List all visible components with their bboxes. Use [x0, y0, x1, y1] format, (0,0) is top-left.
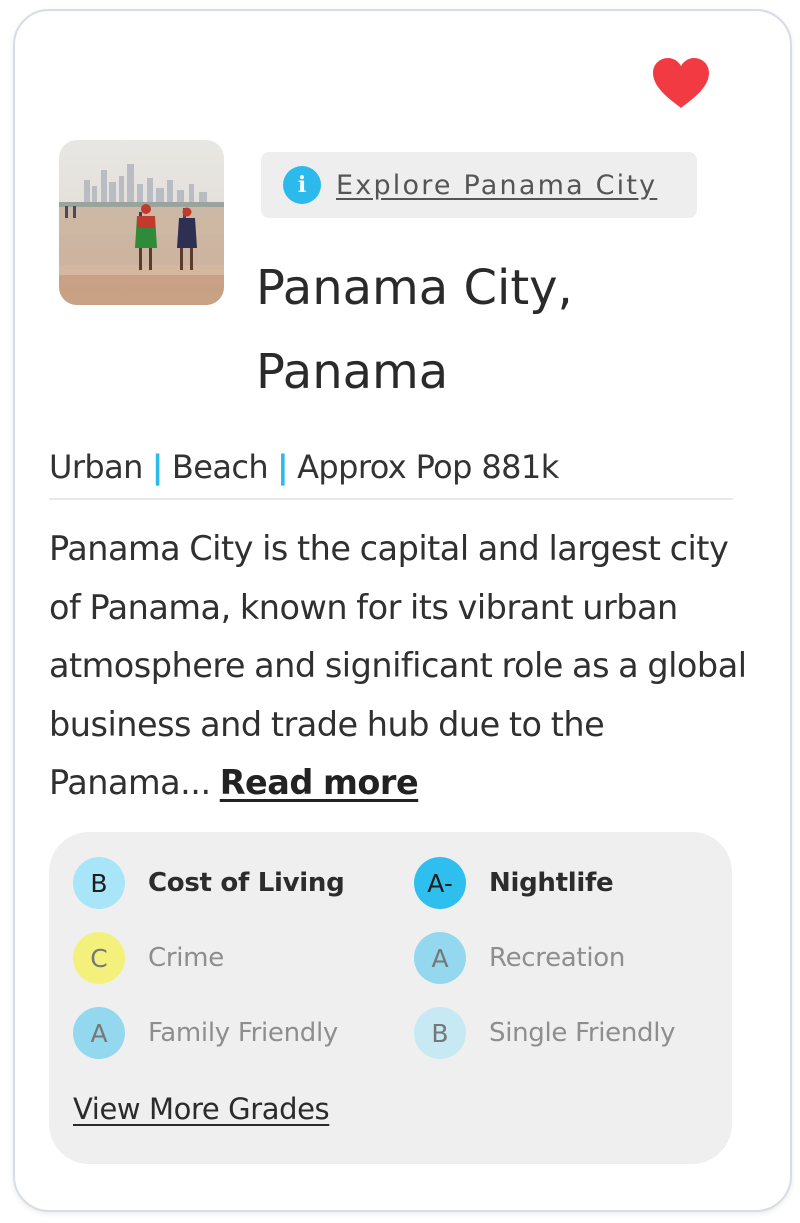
grade-cost-of-living[interactable]: B Cost of Living	[73, 857, 345, 909]
grade-label: Recreation	[489, 943, 626, 973]
grade-label: Single Friendly	[489, 1018, 676, 1048]
explore-city-link-label: Explore Panama City	[336, 169, 658, 201]
grade-nightlife[interactable]: A- Nightlife	[414, 857, 614, 909]
grade-badge: A	[73, 1007, 125, 1059]
explore-city-button[interactable]: i Explore Panama City	[261, 152, 697, 218]
grade-label: Nightlife	[489, 868, 614, 898]
grade-label: Family Friendly	[148, 1018, 338, 1048]
tag-setting: Beach	[171, 448, 269, 486]
city-description: Panama City is the capital and largest c…	[49, 520, 749, 813]
tag-separator: |	[277, 448, 289, 486]
grade-label: Crime	[148, 943, 224, 973]
description-text: Panama City is the capital and largest c…	[49, 529, 747, 802]
grade-badge: B	[414, 1007, 466, 1059]
city-tags: Urban | Beach | Approx Pop 881k	[49, 448, 559, 486]
grade-label: Cost of Living	[148, 868, 345, 898]
heart-icon	[653, 58, 709, 108]
grade-single-friendly[interactable]: B Single Friendly	[414, 1007, 676, 1059]
read-more-link[interactable]: Read more	[220, 763, 419, 802]
beach-image	[59, 140, 224, 305]
grade-badge: A-	[414, 857, 466, 909]
grade-badge: A	[414, 932, 466, 984]
grade-badge: C	[73, 932, 125, 984]
grade-badge: B	[73, 857, 125, 909]
info-icon: i	[283, 166, 321, 204]
favorite-button[interactable]	[650, 56, 712, 110]
city-photo	[59, 140, 224, 305]
city-title: Panama City, Panama	[256, 260, 573, 400]
divider	[49, 498, 733, 500]
view-more-grades-link[interactable]: View More Grades	[73, 1092, 330, 1126]
grade-family-friendly[interactable]: A Family Friendly	[73, 1007, 338, 1059]
tag-population: Approx Pop 881k	[297, 448, 559, 486]
grade-crime[interactable]: C Crime	[73, 932, 224, 984]
tag-separator: |	[151, 448, 164, 486]
tag-type: Urban	[49, 448, 143, 486]
grade-recreation[interactable]: A Recreation	[414, 932, 625, 984]
grades-panel: B Cost of Living A- Nightlife C Crime A …	[49, 832, 732, 1164]
